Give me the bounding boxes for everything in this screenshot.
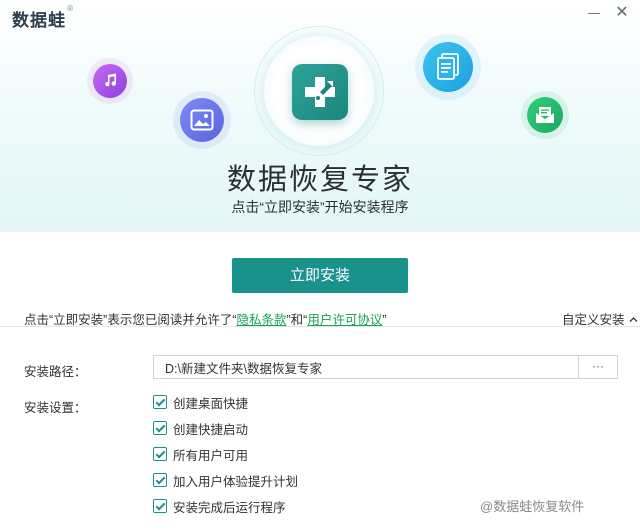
option-label: 所有用户可用 bbox=[173, 448, 249, 463]
option-label: 加入用户体验提升计划 bbox=[173, 474, 299, 489]
logo-text: 数据蛙 bbox=[12, 11, 66, 30]
install-path-input[interactable] bbox=[154, 356, 578, 378]
minimize-icon bbox=[588, 13, 600, 14]
product-subtitle: 点击“立即安装”开始安装程序 bbox=[231, 199, 409, 215]
divider bbox=[0, 326, 640, 327]
option-label: 创建快捷启动 bbox=[173, 422, 249, 437]
app-logo: 数据蛙 ® bbox=[12, 4, 73, 31]
music-icon bbox=[93, 64, 127, 98]
document-icon bbox=[423, 42, 473, 92]
agreement-middle: ”和“ bbox=[286, 313, 308, 327]
agreement-suffix: ” bbox=[382, 313, 387, 327]
checkbox-checked[interactable] bbox=[153, 395, 167, 409]
registered-mark: ® bbox=[67, 4, 74, 13]
option-user-experience[interactable]: 加入用户体验提升计划 bbox=[153, 471, 298, 489]
custom-install-label: 自定义安装 bbox=[562, 313, 625, 327]
option-label: 创建桌面快捷 bbox=[173, 396, 249, 411]
option-all-users[interactable]: 所有用户可用 bbox=[153, 445, 248, 463]
product-title: 数据恢复专家 bbox=[226, 164, 413, 196]
option-quick-launch[interactable]: 创建快捷启动 bbox=[153, 419, 248, 437]
option-label: 安装完成后运行程序 bbox=[173, 500, 286, 515]
minimize-button[interactable] bbox=[583, 2, 605, 24]
watermark-text: @数据蛙恢复软件 bbox=[480, 499, 585, 514]
browse-button[interactable]: ··· bbox=[578, 356, 617, 378]
install-now-button[interactable]: 立即安装 bbox=[232, 258, 408, 293]
checkbox-checked[interactable] bbox=[153, 473, 167, 487]
close-button[interactable]: ✕ bbox=[611, 2, 633, 24]
install-path-field: ··· bbox=[153, 355, 618, 379]
option-desktop-shortcut[interactable]: 创建桌面快捷 bbox=[153, 393, 248, 411]
checkbox-checked[interactable] bbox=[153, 421, 167, 435]
privacy-policy-link[interactable]: 隐私条款 bbox=[237, 313, 287, 327]
license-agreement-link[interactable]: 用户许可协议 bbox=[307, 313, 382, 327]
option-run-after-install[interactable]: 安装完成后运行程序 bbox=[153, 497, 286, 515]
hero-banner: 数据蛙 ® ✕ 数据恢复专家 点击“立即安装”开始安装程序 bbox=[0, 0, 640, 232]
install-path-label: 安装路径： bbox=[24, 365, 87, 379]
image-icon bbox=[180, 98, 224, 142]
install-settings-label: 安装设置： bbox=[24, 401, 87, 415]
chevron-up-icon bbox=[629, 317, 638, 322]
close-icon: ✕ bbox=[615, 4, 629, 21]
app-logo-icon bbox=[292, 64, 348, 120]
mail-icon bbox=[527, 97, 563, 133]
agreement-prefix: 点击“立即安装”表示您已阅读并允许了“ bbox=[24, 313, 237, 327]
checkbox-checked[interactable] bbox=[153, 499, 167, 513]
checkbox-checked[interactable] bbox=[153, 447, 167, 461]
